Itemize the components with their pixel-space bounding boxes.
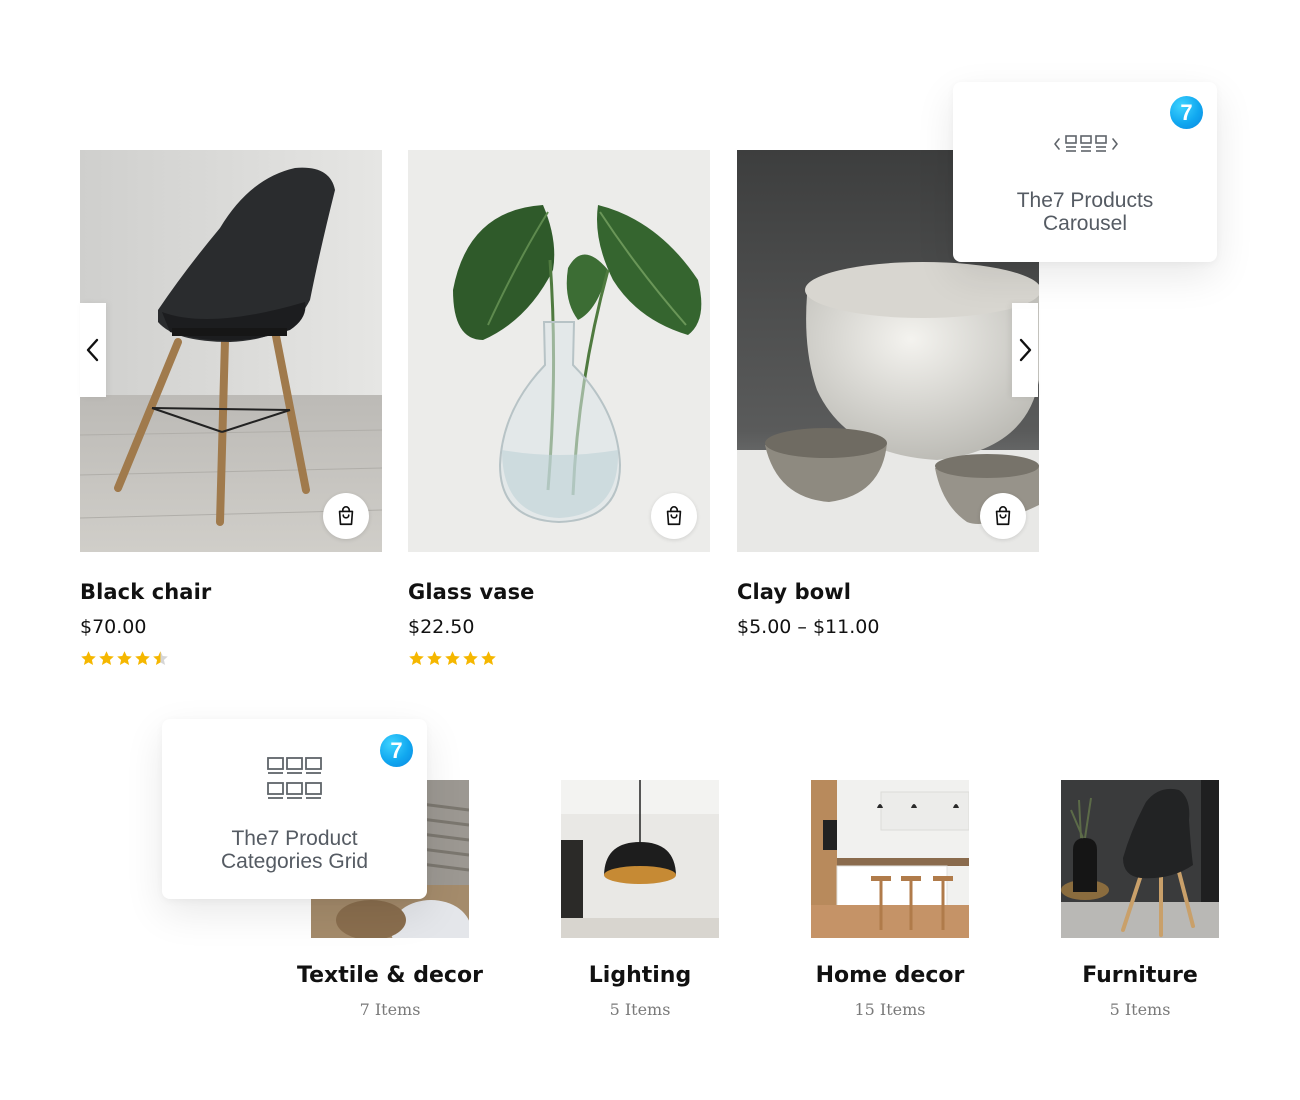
category-image-home-decor[interactable] — [811, 780, 969, 938]
category-item[interactable]: Home decor 15 Items — [775, 780, 1005, 1019]
chevron-left-icon — [86, 338, 99, 362]
star-rating — [80, 650, 382, 668]
star-icon — [135, 651, 150, 666]
category-title[interactable]: Furniture — [1025, 963, 1255, 988]
the7-badge-icon: 7 — [1170, 96, 1203, 129]
star-icon — [445, 651, 460, 666]
widget-label: The7 Product Categories Grid — [220, 827, 369, 873]
shopping-bag-icon — [666, 506, 682, 526]
star-icon — [427, 651, 442, 666]
star-rating — [408, 650, 710, 668]
category-title[interactable]: Home decor — [775, 963, 1005, 988]
product-image-glass-vase[interactable] — [408, 150, 710, 552]
carousel-prev-button[interactable] — [80, 303, 106, 397]
product-card[interactable]: Black chair $70.00 — [80, 150, 382, 668]
the7-badge-icon: 7 — [380, 734, 413, 767]
product-title[interactable]: Clay bowl — [737, 580, 1039, 604]
shopping-bag-icon — [995, 506, 1011, 526]
add-to-cart-button[interactable] — [651, 493, 697, 539]
category-image-furniture[interactable] — [1061, 780, 1219, 938]
category-count: 15 Items — [854, 1000, 926, 1019]
chevron-right-icon — [1019, 338, 1032, 362]
category-count: 5 Items — [1109, 1000, 1171, 1019]
star-icon — [99, 651, 114, 666]
product-title[interactable]: Black chair — [80, 580, 382, 604]
star-icon — [409, 651, 424, 666]
star-icon — [117, 651, 132, 666]
product-price: $5.00 – $11.00 — [737, 616, 880, 638]
product-price: $22.50 — [408, 616, 475, 638]
widget-products-carousel[interactable]: 7 The7 Products Carousel — [953, 82, 1217, 262]
widget-product-categories-grid[interactable]: 7 The7 Product Categories Grid — [162, 719, 427, 899]
add-to-cart-button[interactable] — [980, 493, 1026, 539]
star-icon — [81, 651, 96, 666]
category-count: 7 Items — [359, 1000, 421, 1019]
carousel-icon — [1054, 135, 1118, 152]
star-icon — [481, 651, 496, 666]
product-image-black-chair[interactable] — [80, 150, 382, 552]
star-icon — [153, 651, 168, 666]
carousel-next-button[interactable] — [1012, 303, 1038, 397]
product-title[interactable]: Glass vase — [408, 580, 710, 604]
category-title[interactable]: Textile & decor — [275, 963, 505, 988]
category-image-lighting[interactable] — [561, 780, 719, 938]
shopping-bag-icon — [338, 506, 354, 526]
product-price: $70.00 — [80, 616, 147, 638]
category-item[interactable]: Lighting 5 Items — [525, 780, 755, 1019]
category-item[interactable]: Furniture 5 Items — [1025, 780, 1255, 1019]
grid-icon — [267, 757, 322, 799]
category-title[interactable]: Lighting — [525, 963, 755, 988]
add-to-cart-button[interactable] — [323, 493, 369, 539]
category-count: 5 Items — [609, 1000, 671, 1019]
product-card[interactable]: Glass vase $22.50 — [408, 150, 710, 668]
star-icon — [463, 651, 478, 666]
widget-label: The7 Products Carousel — [1016, 189, 1154, 235]
